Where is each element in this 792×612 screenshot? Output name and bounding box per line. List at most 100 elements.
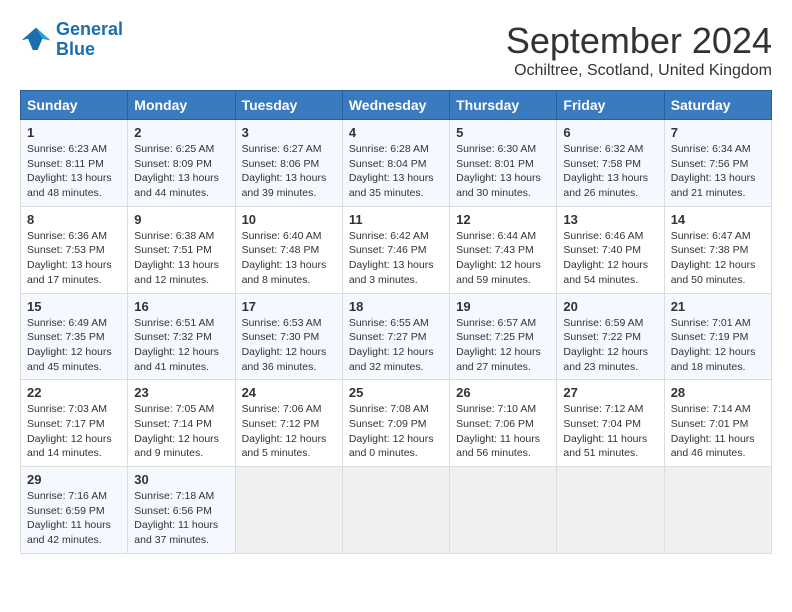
calendar-cell: 17 Sunrise: 6:53 AM Sunset: 7:30 PM Dayl…	[235, 293, 342, 380]
day-info: Sunrise: 6:32 AM Sunset: 7:58 PM Dayligh…	[563, 142, 657, 201]
day-info: Sunrise: 7:14 AM Sunset: 7:01 PM Dayligh…	[671, 402, 765, 461]
calendar-cell: 28 Sunrise: 7:14 AM Sunset: 7:01 PM Dayl…	[664, 380, 771, 467]
day-info: Sunrise: 7:08 AM Sunset: 7:09 PM Dayligh…	[349, 402, 443, 461]
day-info: Sunrise: 6:59 AM Sunset: 7:22 PM Dayligh…	[563, 316, 657, 375]
calendar-cell: 19 Sunrise: 6:57 AM Sunset: 7:25 PM Dayl…	[450, 293, 557, 380]
day-number: 20	[563, 299, 657, 314]
day-info: Sunrise: 7:10 AM Sunset: 7:06 PM Dayligh…	[456, 402, 550, 461]
day-number: 13	[563, 212, 657, 227]
day-number: 18	[349, 299, 443, 314]
calendar-cell: 30 Sunrise: 7:18 AM Sunset: 6:56 PM Dayl…	[128, 467, 235, 554]
day-number: 2	[134, 125, 228, 140]
day-info: Sunrise: 6:36 AM Sunset: 7:53 PM Dayligh…	[27, 229, 121, 288]
calendar-cell: 14 Sunrise: 6:47 AM Sunset: 7:38 PM Dayl…	[664, 206, 771, 293]
day-header-wednesday: Wednesday	[342, 91, 449, 120]
calendar-cell: 5 Sunrise: 6:30 AM Sunset: 8:01 PM Dayli…	[450, 120, 557, 207]
calendar-cell: 27 Sunrise: 7:12 AM Sunset: 7:04 PM Dayl…	[557, 380, 664, 467]
day-number: 26	[456, 385, 550, 400]
day-number: 27	[563, 385, 657, 400]
day-info: Sunrise: 6:38 AM Sunset: 7:51 PM Dayligh…	[134, 229, 228, 288]
day-info: Sunrise: 7:12 AM Sunset: 7:04 PM Dayligh…	[563, 402, 657, 461]
calendar-cell: 10 Sunrise: 6:40 AM Sunset: 7:48 PM Dayl…	[235, 206, 342, 293]
day-info: Sunrise: 6:55 AM Sunset: 7:27 PM Dayligh…	[349, 316, 443, 375]
day-number: 12	[456, 212, 550, 227]
day-header-sunday: Sunday	[21, 91, 128, 120]
day-header-saturday: Saturday	[664, 91, 771, 120]
calendar-cell	[235, 467, 342, 554]
day-header-tuesday: Tuesday	[235, 91, 342, 120]
day-info: Sunrise: 6:40 AM Sunset: 7:48 PM Dayligh…	[242, 229, 336, 288]
calendar-cell: 18 Sunrise: 6:55 AM Sunset: 7:27 PM Dayl…	[342, 293, 449, 380]
logo: General Blue	[20, 20, 123, 60]
day-info: Sunrise: 7:05 AM Sunset: 7:14 PM Dayligh…	[134, 402, 228, 461]
day-number: 23	[134, 385, 228, 400]
day-info: Sunrise: 7:16 AM Sunset: 6:59 PM Dayligh…	[27, 489, 121, 548]
calendar-cell: 8 Sunrise: 6:36 AM Sunset: 7:53 PM Dayli…	[21, 206, 128, 293]
day-number: 22	[27, 385, 121, 400]
calendar-header-row: SundayMondayTuesdayWednesdayThursdayFrid…	[21, 91, 772, 120]
calendar-cell: 13 Sunrise: 6:46 AM Sunset: 7:40 PM Dayl…	[557, 206, 664, 293]
calendar-cell	[450, 467, 557, 554]
day-number: 1	[27, 125, 121, 140]
calendar-week-4: 22 Sunrise: 7:03 AM Sunset: 7:17 PM Dayl…	[21, 380, 772, 467]
day-number: 11	[349, 212, 443, 227]
calendar-cell: 9 Sunrise: 6:38 AM Sunset: 7:51 PM Dayli…	[128, 206, 235, 293]
day-number: 5	[456, 125, 550, 140]
calendar-table: SundayMondayTuesdayWednesdayThursdayFrid…	[20, 90, 772, 554]
calendar-cell: 11 Sunrise: 6:42 AM Sunset: 7:46 PM Dayl…	[342, 206, 449, 293]
calendar-cell: 6 Sunrise: 6:32 AM Sunset: 7:58 PM Dayli…	[557, 120, 664, 207]
location-subtitle: Ochiltree, Scotland, United Kingdom	[506, 62, 772, 80]
day-number: 4	[349, 125, 443, 140]
title-area: September 2024 Ochiltree, Scotland, Unit…	[506, 20, 772, 80]
calendar-week-3: 15 Sunrise: 6:49 AM Sunset: 7:35 PM Dayl…	[21, 293, 772, 380]
day-number: 9	[134, 212, 228, 227]
day-info: Sunrise: 6:25 AM Sunset: 8:09 PM Dayligh…	[134, 142, 228, 201]
calendar-cell: 22 Sunrise: 7:03 AM Sunset: 7:17 PM Dayl…	[21, 380, 128, 467]
day-number: 19	[456, 299, 550, 314]
calendar-cell: 3 Sunrise: 6:27 AM Sunset: 8:06 PM Dayli…	[235, 120, 342, 207]
day-info: Sunrise: 6:46 AM Sunset: 7:40 PM Dayligh…	[563, 229, 657, 288]
calendar-cell: 2 Sunrise: 6:25 AM Sunset: 8:09 PM Dayli…	[128, 120, 235, 207]
calendar-cell	[557, 467, 664, 554]
day-number: 14	[671, 212, 765, 227]
calendar-cell: 7 Sunrise: 6:34 AM Sunset: 7:56 PM Dayli…	[664, 120, 771, 207]
day-header-monday: Monday	[128, 91, 235, 120]
month-title: September 2024	[506, 20, 772, 62]
day-number: 6	[563, 125, 657, 140]
day-info: Sunrise: 7:18 AM Sunset: 6:56 PM Dayligh…	[134, 489, 228, 548]
day-number: 16	[134, 299, 228, 314]
calendar-week-1: 1 Sunrise: 6:23 AM Sunset: 8:11 PM Dayli…	[21, 120, 772, 207]
calendar-cell: 24 Sunrise: 7:06 AM Sunset: 7:12 PM Dayl…	[235, 380, 342, 467]
day-number: 25	[349, 385, 443, 400]
day-info: Sunrise: 6:51 AM Sunset: 7:32 PM Dayligh…	[134, 316, 228, 375]
day-number: 29	[27, 472, 121, 487]
logo-text: General Blue	[56, 20, 123, 60]
header: General Blue September 2024 Ochiltree, S…	[20, 20, 772, 80]
calendar-cell: 12 Sunrise: 6:44 AM Sunset: 7:43 PM Dayl…	[450, 206, 557, 293]
day-number: 8	[27, 212, 121, 227]
day-number: 28	[671, 385, 765, 400]
calendar-cell: 20 Sunrise: 6:59 AM Sunset: 7:22 PM Dayl…	[557, 293, 664, 380]
day-number: 3	[242, 125, 336, 140]
day-number: 15	[27, 299, 121, 314]
calendar-cell: 29 Sunrise: 7:16 AM Sunset: 6:59 PM Dayl…	[21, 467, 128, 554]
calendar-cell: 4 Sunrise: 6:28 AM Sunset: 8:04 PM Dayli…	[342, 120, 449, 207]
logo-icon	[20, 26, 52, 54]
day-info: Sunrise: 6:27 AM Sunset: 8:06 PM Dayligh…	[242, 142, 336, 201]
calendar-week-5: 29 Sunrise: 7:16 AM Sunset: 6:59 PM Dayl…	[21, 467, 772, 554]
day-header-friday: Friday	[557, 91, 664, 120]
calendar-cell: 25 Sunrise: 7:08 AM Sunset: 7:09 PM Dayl…	[342, 380, 449, 467]
day-info: Sunrise: 6:30 AM Sunset: 8:01 PM Dayligh…	[456, 142, 550, 201]
day-info: Sunrise: 6:53 AM Sunset: 7:30 PM Dayligh…	[242, 316, 336, 375]
day-info: Sunrise: 6:47 AM Sunset: 7:38 PM Dayligh…	[671, 229, 765, 288]
calendar-cell: 23 Sunrise: 7:05 AM Sunset: 7:14 PM Dayl…	[128, 380, 235, 467]
day-info: Sunrise: 6:57 AM Sunset: 7:25 PM Dayligh…	[456, 316, 550, 375]
day-header-thursday: Thursday	[450, 91, 557, 120]
calendar-body: 1 Sunrise: 6:23 AM Sunset: 8:11 PM Dayli…	[21, 120, 772, 554]
calendar-cell	[664, 467, 771, 554]
day-info: Sunrise: 6:44 AM Sunset: 7:43 PM Dayligh…	[456, 229, 550, 288]
day-number: 10	[242, 212, 336, 227]
day-number: 30	[134, 472, 228, 487]
day-number: 21	[671, 299, 765, 314]
day-number: 24	[242, 385, 336, 400]
